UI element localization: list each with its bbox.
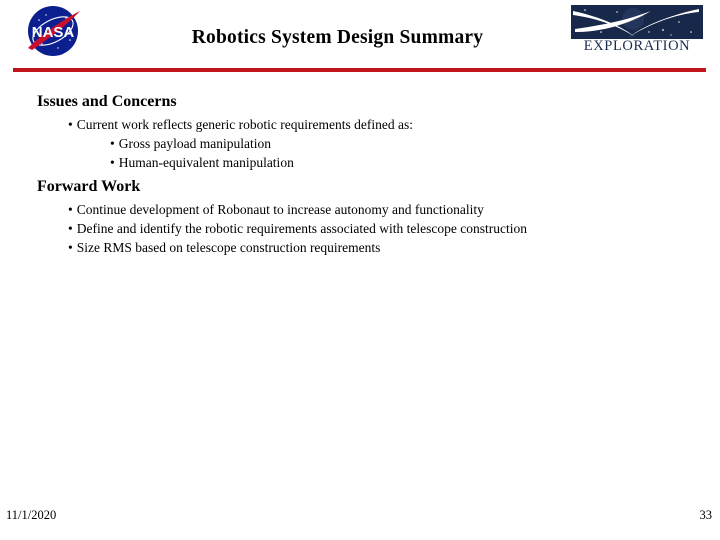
footer-date: 11/1/2020 (6, 508, 57, 522)
bullet-text: Current work reflects generic robotic re… (76, 117, 413, 132)
bullet-text: Gross payload manipulation (118, 136, 271, 151)
header-divider (13, 68, 706, 72)
bullet-text: Define and identify the robotic requirem… (76, 221, 527, 236)
bullet-item: • Continue development of Robonaut to inc… (68, 200, 720, 219)
bullet-item: • Gross payload manipulation (110, 134, 720, 153)
bullet-item: • Size RMS based on telescope constructio… (68, 238, 720, 257)
bullet-marker-icon: • (110, 155, 115, 170)
nasa-wordmark: NASA (32, 24, 75, 41)
bullet-marker-icon: • (68, 240, 73, 255)
section-heading-issues-and-concerns: Issues and Concerns (37, 93, 177, 110)
nasa-meatball-icon: NASA (22, 4, 86, 58)
section-heading-forward-work: Forward Work (37, 178, 141, 195)
bullet-text: Human-equivalent manipulation (118, 155, 294, 170)
bullet-text: Continue development of Robonaut to incr… (76, 202, 484, 217)
bullet-marker-icon: • (68, 117, 73, 132)
slide: NASA Robotics System Design Summary EXPL… (0, 0, 720, 540)
slide-content: Issues and Concerns • Current work reflec… (0, 92, 720, 257)
bullet-item: • Current work reflects generic robotic r… (68, 115, 720, 134)
exploration-wordmark: EXPLORATION (583, 38, 691, 54)
page-title: Robotics System Design Summary (191, 27, 484, 48)
bullet-item: • Human-equivalent manipulation (110, 153, 720, 172)
bullet-marker-icon: • (68, 221, 73, 236)
exploration-banner-icon (571, 5, 703, 39)
bullet-marker-icon: • (110, 136, 115, 151)
footer-page-number: 33 (699, 508, 713, 522)
bullet-marker-icon: • (68, 202, 73, 217)
exploration-logo: EXPLORATION (571, 5, 703, 57)
bullet-text: Size RMS based on telescope construction… (76, 240, 381, 255)
bullet-item: • Define and identify the robotic require… (68, 219, 720, 238)
